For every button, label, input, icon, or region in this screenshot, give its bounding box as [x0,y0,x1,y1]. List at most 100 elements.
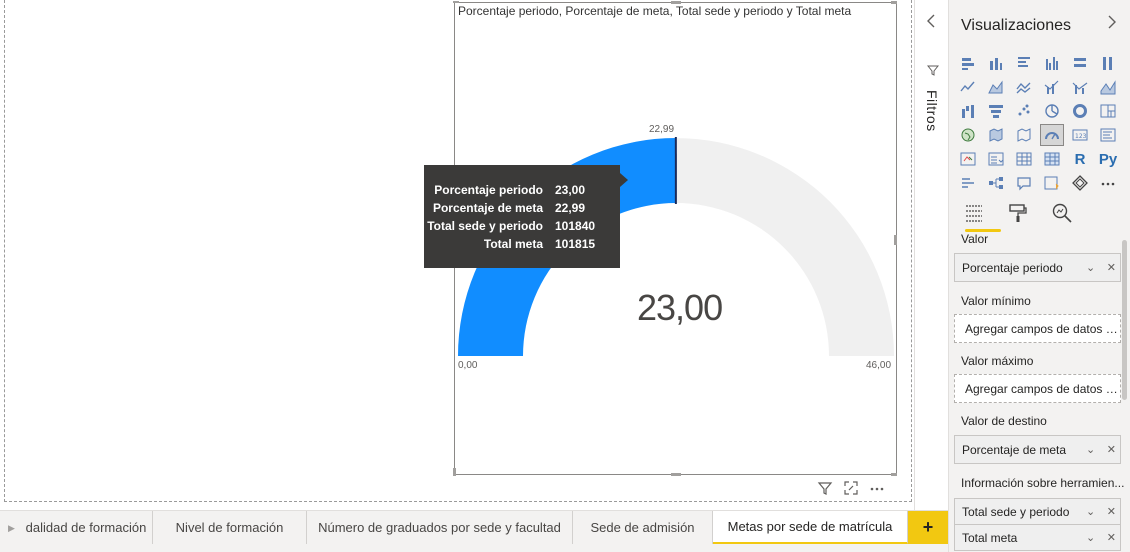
dropzone-placeholder: Agregar campos de datos a... [965,381,1120,396]
stacked-bar-chart-icon[interactable] [956,52,980,74]
page-tab[interactable]: Nivel de formación [153,511,307,544]
100-stacked-bar-chart-icon[interactable] [1068,52,1092,74]
dropzone-placeholder: Agregar campos de datos a... [965,321,1120,336]
gauge-value-label: 23,00 [637,287,723,328]
tooltip-field-name: Porcentaje periodo [434,183,543,197]
fields-tab-icon[interactable] [963,202,985,229]
page-tab[interactable]: Sede de admisión [573,511,713,544]
well-valor-maximo-dropzone[interactable]: Agregar campos de datos a... [954,374,1121,403]
page-tab[interactable]: Número de graduados por sede y facultad [307,511,573,544]
resize-handle[interactable] [891,1,897,4]
tooltip-field-name: Porcentaje de meta [432,201,543,215]
tooltip-field-value: 101840 [555,219,596,233]
well-label-tooltips: Información sobre herramien... [961,476,1125,490]
multi-row-card-icon[interactable] [1096,124,1120,146]
stacked-area-chart-icon[interactable] [1012,76,1036,98]
remove-field-icon[interactable]: ✕ [1107,505,1116,518]
format-paint-roller-icon[interactable] [1007,202,1029,229]
filters-pane-collapsed[interactable]: Filtros [914,0,948,510]
100-stacked-column-chart-icon[interactable] [1096,52,1120,74]
well-label-valor-destino: Valor de destino [961,414,1047,428]
line-and-clustered-column-chart-icon[interactable] [1068,76,1092,98]
python-visual-icon[interactable]: Py [1096,148,1120,170]
kpi-icon[interactable] [956,148,980,170]
resize-handle[interactable] [894,235,897,245]
page-tab-active[interactable]: Metas por sede de matrícula [713,511,908,544]
field-pill-label: Porcentaje periodo [962,260,1063,275]
tooltip-row: Porcentaje periodo 23,00 [424,181,620,199]
waterfall-chart-icon[interactable] [956,100,980,122]
field-pill-label: Total meta [962,530,1018,545]
visual-tooltip: Porcentaje periodo 23,00 Porcentaje de m… [424,165,628,268]
power-apps-icon[interactable] [1068,172,1092,194]
clustered-bar-chart-icon[interactable] [1012,52,1036,74]
line-and-stacked-column-chart-icon[interactable] [1040,76,1064,98]
focus-mode-icon[interactable] [843,480,859,499]
tab-scroll-left-icon[interactable]: ▶ [8,523,15,534]
ribbon-chart-icon[interactable] [1096,76,1120,98]
chevron-down-icon[interactable]: ⌄ [1086,505,1095,518]
clustered-column-chart-icon[interactable] [1040,52,1064,74]
tooltip-row: Total sede y periodo 101840 [424,217,620,235]
resize-handle[interactable] [453,1,459,3]
well-valor-field[interactable]: Porcentaje periodo ⌄ ✕ [954,253,1121,282]
key-influencers-icon[interactable] [956,172,980,194]
well-label-valor: Valor [961,232,989,246]
well-valor-destino-field[interactable]: Porcentaje de meta ⌄ ✕ [954,435,1121,464]
shape-map-icon[interactable] [1012,124,1036,146]
visual-type-gallery: 123 R Py [956,52,1124,196]
treemap-icon[interactable] [1096,100,1120,122]
field-pill-label: Total sede y periodo [962,504,1070,519]
smart-narrative-icon[interactable] [1040,172,1064,194]
pie-chart-icon[interactable] [1040,100,1064,122]
remove-field-icon[interactable]: ✕ [1107,443,1116,456]
gauge-max-label: 46,00 [866,360,892,371]
analytics-magnifier-icon[interactable] [1051,202,1073,229]
chevron-down-icon[interactable]: ⌄ [1086,261,1095,274]
chevron-left-icon[interactable] [926,14,936,33]
tooltip-field-name: Total meta [483,237,543,251]
decomposition-tree-icon[interactable] [984,172,1008,194]
well-label-valor-maximo: Valor máximo [961,354,1034,368]
filled-map-icon[interactable] [984,124,1008,146]
donut-chart-icon[interactable] [1068,100,1092,122]
resize-handle[interactable] [891,473,897,476]
more-options-icon[interactable] [869,480,885,499]
well-valor-minimo-dropzone[interactable]: Agregar campos de datos a... [954,314,1121,343]
chevron-down-icon[interactable]: ⌄ [1086,443,1095,456]
table-icon[interactable] [1012,148,1036,170]
funnel-chart-icon[interactable] [984,100,1008,122]
slicer-icon[interactable] [984,148,1008,170]
well-tooltips-field[interactable]: Total meta ⌄ ✕ [954,524,1121,551]
matrix-icon[interactable] [1040,148,1064,170]
gauge-icon[interactable] [1040,124,1064,146]
card-icon[interactable]: 123 [1068,124,1092,146]
resize-handle[interactable] [453,468,456,476]
well-tooltips-field[interactable]: Total sede y periodo ⌄ ✕ [954,498,1121,525]
chevron-right-icon[interactable] [1107,15,1117,34]
filters-pane-label[interactable]: Filtros [924,90,940,132]
power-bi-report-editor: Porcentaje periodo, Porcentaje de meta, … [0,0,1130,552]
visual-header-actions [817,480,885,499]
scatter-chart-icon[interactable] [1012,100,1036,122]
svg-text:123: 123 [1075,133,1087,140]
field-pill-label: Porcentaje de meta [962,442,1067,457]
r-visual-icon[interactable]: R [1068,148,1092,170]
filter-icon [926,64,940,79]
resize-handle[interactable] [671,473,681,476]
resize-handle[interactable] [671,1,681,4]
area-chart-icon[interactable] [984,76,1008,98]
qa-visual-icon[interactable] [1012,172,1036,194]
filter-icon[interactable] [817,480,833,499]
pane-scrollbar[interactable] [1122,240,1127,400]
map-icon[interactable] [956,124,980,146]
line-chart-icon[interactable] [956,76,980,98]
chevron-down-icon[interactable]: ⌄ [1086,531,1095,544]
tooltip-row: Porcentaje de meta 22,99 [424,199,620,217]
remove-field-icon[interactable]: ✕ [1107,531,1116,544]
more-visuals-icon[interactable] [1096,172,1120,194]
stacked-column-chart-icon[interactable] [984,52,1008,74]
page-tab[interactable]: dalidad de formación [20,511,153,544]
remove-field-icon[interactable]: ✕ [1107,261,1116,274]
add-page-button[interactable]: + [908,511,948,544]
